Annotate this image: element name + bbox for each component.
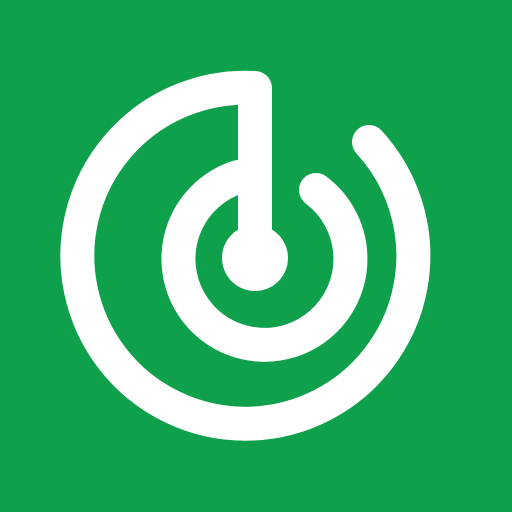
radar-icon xyxy=(0,0,512,512)
app-icon-tile xyxy=(0,0,512,512)
radar-center-dot xyxy=(222,225,288,291)
